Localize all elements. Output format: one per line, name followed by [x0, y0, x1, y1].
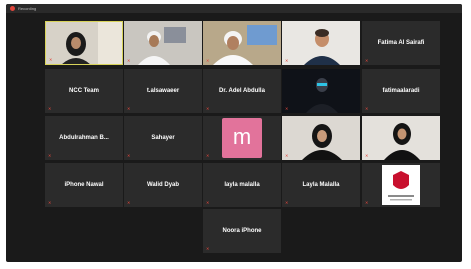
participant-name: layla malalla [224, 182, 260, 188]
participant-tile[interactable]: ✕ [282, 21, 360, 65]
mic-muted-icon: ✕ [127, 106, 131, 111]
participant-video [46, 22, 122, 64]
participant-name: Layla Malalla [302, 182, 340, 188]
participant-video [362, 163, 440, 207]
participant-tile[interactable]: Dr. Adel Abdulla ✕ [203, 69, 281, 113]
participant-tile[interactable]: ✕ [203, 21, 281, 65]
mic-muted-icon: ✕ [206, 106, 210, 111]
participant-tile[interactable]: ✕ [282, 116, 360, 160]
mic-muted-icon: ✕ [127, 58, 131, 63]
participant-name: fatimaalaradi [382, 88, 420, 94]
mic-muted-icon: ✕ [206, 58, 210, 63]
mic-muted-icon: ✕ [48, 106, 52, 111]
participant-tile[interactable]: Sahayer ✕ [124, 116, 202, 160]
mic-muted-icon: ✕ [285, 106, 289, 111]
participant-grid: ✕ ✕ ✕ ✕ Fatima Al Sairafi ✕ NCC Team ✕ t… [6, 4, 462, 262]
participant-tile[interactable]: m ✕ [203, 116, 281, 160]
participant-tile[interactable]: t.alsawaeer ✕ [124, 69, 202, 113]
participant-tile[interactable]: Abdulrahman B... ✕ [45, 116, 123, 160]
participant-tile[interactable]: NCC Team ✕ [45, 69, 123, 113]
mic-muted-icon: ✕ [206, 200, 210, 205]
mic-muted-icon: ✕ [365, 200, 369, 205]
participant-tile[interactable]: Layla Malalla ✕ [282, 163, 360, 207]
participant-tile[interactable]: ✕ [124, 21, 202, 65]
participant-tile[interactable]: fatimaalaradi ✕ [362, 69, 440, 113]
mic-muted-icon: ✕ [285, 153, 289, 158]
mic-muted-icon: ✕ [285, 200, 289, 205]
mic-muted-icon: ✕ [127, 200, 131, 205]
participant-name: Dr. Adel Abdulla [219, 88, 265, 94]
participant-tile[interactable]: ✕ [362, 163, 440, 207]
participant-name: Abdulrahman B... [59, 135, 109, 141]
mic-muted-icon: ✕ [365, 106, 369, 111]
participant-tile[interactable]: Noora iPhone ✕ [203, 209, 281, 253]
participant-tile[interactable]: ✕ [45, 21, 123, 65]
participant-video [203, 21, 281, 65]
participant-name: Fatima Al Sairafi [377, 40, 425, 46]
participant-name: Noora iPhone [222, 228, 262, 234]
participant-name: Sahayer [151, 135, 175, 141]
mic-muted-icon: ✕ [365, 58, 369, 63]
mic-muted-icon: ✕ [365, 153, 369, 158]
mic-muted-icon: ✕ [206, 153, 210, 158]
meeting-window: Recording ✕ ✕ ✕ ✕ Fatima Al Sairafi ✕ NC… [6, 4, 462, 262]
participant-name: NCC Team [69, 88, 99, 94]
participant-avatar: m [222, 118, 262, 158]
participant-name: t.alsawaeer [146, 88, 180, 94]
mic-muted-icon: ✕ [48, 200, 52, 205]
participant-video [282, 21, 360, 65]
participant-tile[interactable]: Fatima Al Sairafi ✕ [362, 21, 440, 65]
mic-muted-icon: ✕ [285, 58, 289, 63]
participant-tile[interactable]: layla malalla ✕ [203, 163, 281, 207]
participant-video [124, 21, 202, 65]
participant-tile[interactable]: ✕ [282, 69, 360, 113]
mic-muted-icon: ✕ [127, 153, 131, 158]
mic-muted-icon: ✕ [48, 153, 52, 158]
participant-tile[interactable]: ✕ [362, 116, 440, 160]
participant-tile[interactable]: iPhone Nawal ✕ [45, 163, 123, 207]
mic-muted-icon: ✕ [206, 246, 210, 251]
participant-tile[interactable]: Walid Dyab ✕ [124, 163, 202, 207]
participant-video [362, 116, 440, 160]
participant-video [282, 69, 360, 113]
participant-name: Walid Dyab [146, 182, 180, 188]
mic-muted-icon: ✕ [49, 57, 53, 62]
participant-video [282, 116, 360, 160]
participant-name: iPhone Nawal [64, 182, 104, 188]
